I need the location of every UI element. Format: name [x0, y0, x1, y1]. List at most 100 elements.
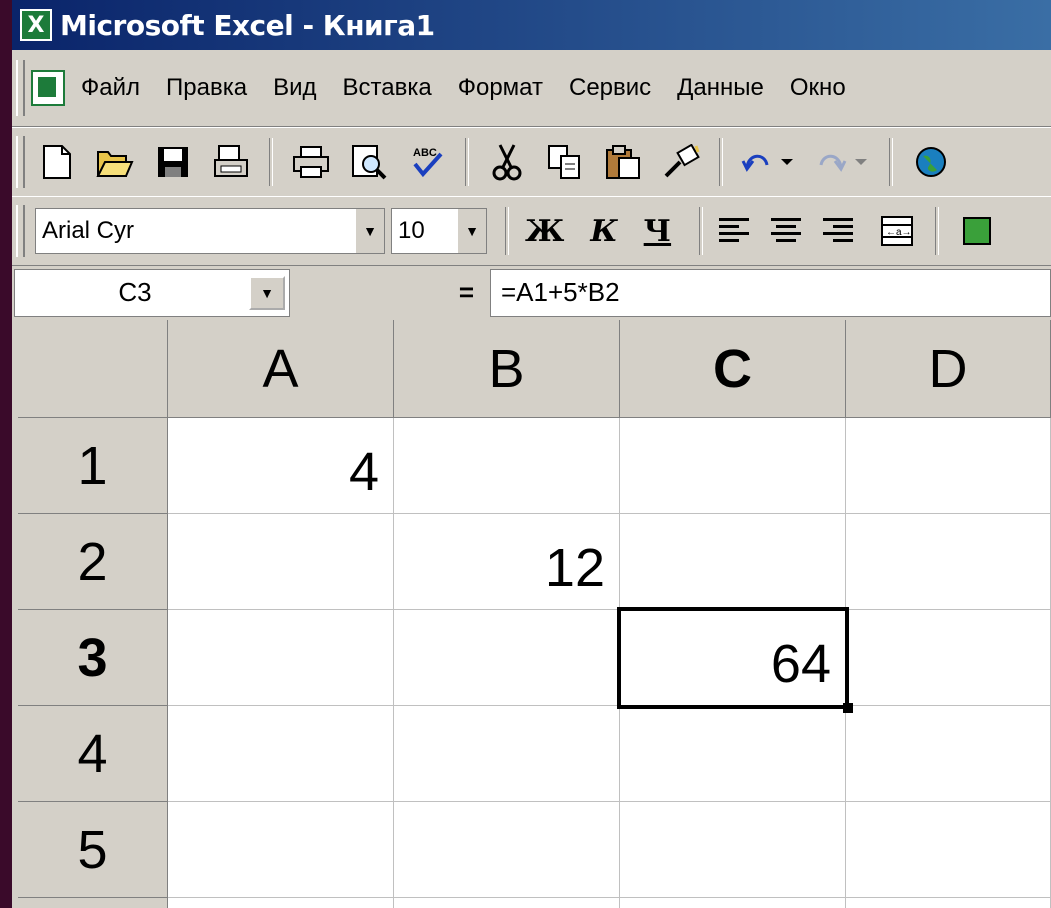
- chevron-down-icon[interactable]: ▼: [356, 209, 384, 253]
- cell-c5[interactable]: [620, 802, 846, 898]
- font-name-value: Arial Cyr: [42, 217, 135, 244]
- cell-b5[interactable]: [394, 802, 620, 898]
- underline-button[interactable]: Ч: [644, 214, 671, 249]
- cell-d2[interactable]: [846, 514, 1051, 610]
- new-icon[interactable]: [35, 140, 79, 184]
- align-center-icon[interactable]: [771, 216, 802, 246]
- menu-tools[interactable]: Сервис: [569, 74, 651, 102]
- font-size-value: 10: [398, 217, 425, 244]
- cell-d1[interactable]: [846, 418, 1051, 514]
- menu-file[interactable]: Файл: [81, 74, 140, 102]
- active-cell-border: [617, 607, 849, 709]
- window-title: Microsoft Excel - Книга1: [60, 8, 435, 42]
- cell-b6[interactable]: [394, 898, 620, 908]
- menu-format[interactable]: Формат: [458, 74, 543, 102]
- cell-b1[interactable]: [394, 418, 620, 514]
- toolbar-separator: [889, 138, 893, 186]
- format-painter-icon[interactable]: [659, 140, 703, 184]
- toolbar-separator: [505, 207, 509, 255]
- toolbar-separator: [935, 207, 940, 255]
- excel-window: X Microsoft Excel - Книга1 Файл Правка В…: [12, 0, 1051, 908]
- mail-icon[interactable]: [209, 140, 253, 184]
- redo-icon[interactable]: [813, 140, 873, 184]
- paste-icon[interactable]: [601, 140, 645, 184]
- row-header-1[interactable]: 1: [18, 418, 168, 514]
- cell-d3[interactable]: [846, 610, 1051, 706]
- toolbar-grip[interactable]: [16, 205, 25, 257]
- cell-c1[interactable]: [620, 418, 846, 514]
- toolbar-separator: [465, 138, 469, 186]
- row-header-3[interactable]: 3: [18, 610, 168, 706]
- select-all-corner[interactable]: [18, 320, 168, 418]
- name-box-value: C3: [118, 277, 152, 307]
- toolbar-separator: [719, 138, 723, 186]
- copy-icon[interactable]: [543, 140, 587, 184]
- formatting-toolbar: Arial Cyr ▼ 10 ▼ Ж К Ч ←a→: [12, 196, 1051, 266]
- print-icon[interactable]: [289, 140, 333, 184]
- menu-edit[interactable]: Правка: [166, 74, 247, 102]
- menu-window[interactable]: Окно: [790, 74, 846, 102]
- row-header-4[interactable]: 4: [18, 706, 168, 802]
- font-size-select[interactable]: 10 ▼: [391, 208, 487, 254]
- cell-a1[interactable]: 4: [168, 418, 394, 514]
- excel-icon[interactable]: X: [20, 9, 52, 41]
- cell-b2[interactable]: 12: [394, 514, 620, 610]
- save-icon[interactable]: [151, 140, 195, 184]
- name-box[interactable]: C3 ▼: [14, 268, 290, 317]
- cell-b3[interactable]: [394, 610, 620, 706]
- web-icon[interactable]: [909, 140, 953, 184]
- open-icon[interactable]: [93, 140, 137, 184]
- toolbar-separator: [699, 207, 704, 255]
- cell-d5[interactable]: [846, 802, 1051, 898]
- row-header-5[interactable]: 5: [18, 802, 168, 898]
- formula-edit-area: =: [290, 269, 490, 317]
- cell-a5[interactable]: [168, 802, 394, 898]
- cell-c6[interactable]: [620, 898, 846, 908]
- cut-icon[interactable]: [485, 140, 529, 184]
- italic-button[interactable]: К: [590, 214, 617, 249]
- font-name-select[interactable]: Arial Cyr ▼: [35, 208, 385, 254]
- cell-b4[interactable]: [394, 706, 620, 802]
- merge-center-icon[interactable]: ←a→: [875, 209, 919, 253]
- edit-formula-button[interactable]: =: [459, 277, 474, 308]
- worksheet-grid: A B C D 1 2 3 4 5 4 12 64: [18, 320, 1051, 908]
- cell-c4[interactable]: [620, 706, 846, 802]
- undo-icon[interactable]: [739, 140, 799, 184]
- cell-a3[interactable]: [168, 610, 394, 706]
- spelling-icon[interactable]: ABC: [405, 140, 449, 184]
- row-header-2[interactable]: 2: [18, 514, 168, 610]
- standard-toolbar: ABC: [12, 127, 1051, 197]
- menu-view[interactable]: Вид: [273, 74, 316, 102]
- title-bar: X Microsoft Excel - Книга1: [12, 0, 1051, 50]
- cell-d6[interactable]: [846, 898, 1051, 908]
- toolbar-grip[interactable]: [16, 136, 25, 188]
- currency-icon[interactable]: [955, 209, 999, 253]
- align-left-icon[interactable]: [719, 216, 750, 246]
- column-header-b[interactable]: B: [394, 320, 620, 418]
- chevron-down-icon[interactable]: ▼: [458, 209, 486, 253]
- svg-text:←a→: ←a→: [886, 227, 912, 238]
- menu-data[interactable]: Данные: [677, 74, 764, 102]
- print-preview-icon[interactable]: [347, 140, 391, 184]
- workbook-icon[interactable]: [31, 70, 65, 106]
- cell-c2[interactable]: [620, 514, 846, 610]
- chevron-down-icon[interactable]: ▼: [249, 275, 285, 310]
- bold-button[interactable]: Ж: [525, 214, 564, 249]
- column-header-d[interactable]: D: [846, 320, 1051, 418]
- menu-bar: Файл Правка Вид Вставка Формат Сервис Да…: [12, 50, 1051, 127]
- column-header-c[interactable]: C: [620, 320, 846, 418]
- row-header-6[interactable]: [18, 898, 168, 908]
- column-header-a[interactable]: A: [168, 320, 394, 418]
- cell-a2[interactable]: [168, 514, 394, 610]
- formula-input[interactable]: =A1+5*B2: [490, 268, 1051, 317]
- align-right-icon[interactable]: [823, 216, 854, 246]
- svg-text:ABC: ABC: [413, 147, 437, 159]
- cell-a4[interactable]: [168, 706, 394, 802]
- toolbar-separator: [269, 138, 273, 186]
- fill-handle[interactable]: [843, 703, 853, 713]
- menu-insert[interactable]: Вставка: [343, 74, 432, 102]
- cell-a6[interactable]: [168, 898, 394, 908]
- formula-bar: C3 ▼ = =A1+5*B2: [12, 265, 1051, 320]
- menu-grip[interactable]: [16, 60, 25, 116]
- cell-d4[interactable]: [846, 706, 1051, 802]
